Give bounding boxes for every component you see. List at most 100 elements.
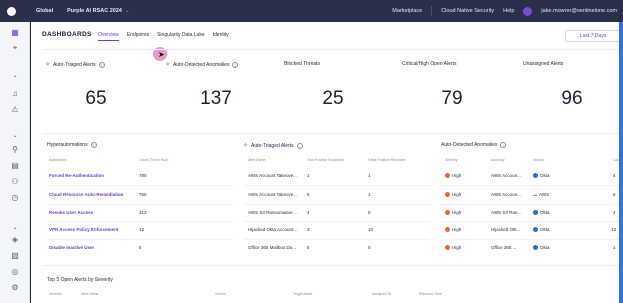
severity-high-dot-icon: [445, 210, 450, 216]
info-icon[interactable]: i: [232, 61, 239, 68]
kpi-blocked-threats-label: Blocked Threats: [284, 61, 321, 67]
alert-name[interactable]: AWS S3 Ransomware ...: [248, 210, 298, 215]
automation-link[interactable]: Disable Inactive User: [49, 245, 94, 250]
automation-link[interactable]: Cloud Resource Auto-Remediation: [49, 192, 123, 197]
shield-icon[interactable]: ◈: [0, 234, 30, 246]
anomaly-count: 4: [613, 173, 616, 178]
kpi-blocked-threats-value[interactable]: 25: [303, 88, 363, 110]
column-header[interactable]: Alert Name: [248, 158, 266, 162]
storage-icon[interactable]: ▤: [0, 160, 30, 172]
target-icon[interactable]: ⌖: [0, 42, 30, 54]
okta-logo-icon: [533, 227, 538, 233]
dashboard-icon[interactable]: ▦: [0, 27, 30, 39]
true-positive-count: 3: [307, 227, 310, 232]
column-header[interactable]: Automation: [49, 158, 67, 162]
settings-gear-icon[interactable]: ⚙: [0, 282, 30, 294]
warning-icon[interactable]: ⚠: [0, 104, 30, 116]
column-header[interactable]: True Positive Escalated: [307, 158, 344, 162]
okta-logo-icon: [533, 173, 538, 179]
tab-endpoints[interactable]: Endpoints: [127, 32, 149, 41]
okta-logo-icon: [533, 245, 538, 251]
alert-name[interactable]: AWS Account Takeove...: [248, 192, 297, 197]
marketplace-link[interactable]: Marketplace: [392, 8, 422, 14]
info-icon[interactable]: i: [296, 142, 303, 149]
column-header[interactable]: Anomaly: [491, 158, 505, 162]
collapse-chevron-icon[interactable]: ⌄: [0, 70, 30, 82]
kpi-auto-detected-label: ✧ Auto-Detected Anomalies i: [165, 61, 239, 68]
globe-icon[interactable]: ◎: [0, 266, 30, 278]
kpi-critical-high-label: Critical/High Open Alerts: [402, 61, 457, 67]
chevron-down-icon[interactable]: ⌄: [125, 8, 130, 14]
cloud-native-security-link[interactable]: Cloud Native Security: [441, 8, 494, 14]
anomaly-name[interactable]: AWS Accoun...: [491, 192, 521, 197]
automation-count: 312: [139, 210, 147, 215]
row-divider: [47, 221, 233, 222]
kpi-unassigned-value[interactable]: 96: [542, 88, 602, 110]
true-positive-count: 5: [307, 192, 310, 197]
info-icon[interactable]: i: [90, 142, 97, 148]
column-header[interactable]: Severity: [49, 292, 62, 296]
column-header[interactable]: Alert Name: [81, 292, 99, 296]
okta-logo-icon: [533, 210, 538, 216]
tab-overview[interactable]: Overview: [98, 32, 119, 41]
automation-count: 780: [139, 173, 147, 178]
user-email[interactable]: jake.mowrer@sentinelone.com: [541, 8, 617, 14]
column-header[interactable]: Reported Time: [419, 292, 442, 296]
hyperautomations-title: Hyperautomations i: [47, 142, 97, 148]
kpi-auto-triaged-value[interactable]: 65: [66, 88, 126, 110]
anomaly-name[interactable]: AWS Accoun...: [491, 173, 521, 178]
layers-icon[interactable]: ▧: [0, 250, 30, 262]
collapse-chevron-icon[interactable]: ⌄: [0, 130, 30, 142]
vendor: Okta: [533, 173, 550, 179]
row-divider: [442, 204, 619, 205]
anomalies-panel-title: Auto-Detected Anomalies i: [441, 142, 507, 148]
column-header[interactable]: Vendor: [533, 158, 544, 162]
column-header[interactable]: Severity: [445, 158, 458, 162]
vendor: Okta: [533, 227, 550, 233]
automation-count: 760: [139, 192, 147, 197]
user-graph-icon[interactable]: ⚇: [0, 176, 30, 188]
collapse-chevron-icon[interactable]: ⌄: [0, 222, 30, 234]
time-range-dropdown[interactable]: Last 7 Days: [565, 30, 621, 42]
sidebar: ▦ ⌖ ⌄ ♫ ⚠ ⌄ ⚲ ▤ ⚇ ◷ ⌄ ◈ ▧ ◎ ⚙: [0, 22, 30, 303]
alert-name[interactable]: AWS Account Takeove...: [248, 173, 297, 178]
alert-name[interactable]: Hijacked Okta Account...: [248, 227, 297, 232]
mouse-pointer-icon: ➤: [158, 50, 165, 59]
anomaly-count: 4: [613, 210, 616, 215]
severity-high-dot-icon: [445, 192, 450, 198]
row-divider: [245, 185, 430, 186]
alert-name[interactable]: Office 365 Mailbox Da...: [248, 245, 296, 250]
column-header[interactable]: Assigned To: [372, 292, 391, 296]
column-header[interactable]: Count (Times Run): [139, 158, 168, 162]
sparkle-icon: ✧: [243, 143, 249, 149]
tab-identity[interactable]: Identity: [213, 32, 229, 41]
row-divider: [245, 204, 430, 205]
kpi-auto-detected-value[interactable]: 137: [186, 88, 246, 110]
column-header[interactable]: Target Asset: [293, 292, 312, 296]
column-header[interactable]: Vendor: [215, 292, 226, 296]
site-selector[interactable]: Purple AI RSAC 2024: [67, 8, 122, 14]
true-positive-count: 4: [307, 210, 310, 215]
anomaly-name[interactable]: Office 365 ...: [491, 245, 516, 250]
help-menu[interactable]: Help: [503, 8, 514, 14]
automation-link[interactable]: Forced Re-Authentication: [49, 173, 104, 178]
search-icon[interactable]: ⚲: [0, 144, 30, 156]
tab-singularity-data-lake[interactable]: Singularity Data Lake: [157, 32, 205, 41]
window-edge: [619, 22, 623, 303]
kpi-critical-high-value[interactable]: 79: [422, 88, 482, 110]
automation-link[interactable]: Revoke User Access: [49, 210, 93, 215]
anomaly-name[interactable]: Hijacked Okt...: [491, 227, 520, 232]
column-header[interactable]: False Positive Resolved: [368, 158, 405, 162]
automation-link[interactable]: VPN Access Policy Enforcement: [49, 227, 118, 232]
top-open-alerts-title: Top 5 Open Alerts by Severity: [47, 277, 113, 283]
history-icon[interactable]: ◷: [0, 192, 30, 204]
row-divider: [442, 185, 619, 186]
info-icon[interactable]: i: [98, 61, 105, 68]
alert-bell-icon[interactable]: ♫: [0, 88, 30, 100]
row-divider: [245, 239, 430, 240]
sentinelone-logo-icon[interactable]: [0, 0, 22, 22]
account-selector[interactable]: Global: [36, 8, 53, 14]
info-icon[interactable]: i: [500, 142, 507, 148]
anomaly-name[interactable]: AWS S3 Ran...: [491, 210, 521, 215]
user-avatar-icon[interactable]: [523, 6, 533, 16]
